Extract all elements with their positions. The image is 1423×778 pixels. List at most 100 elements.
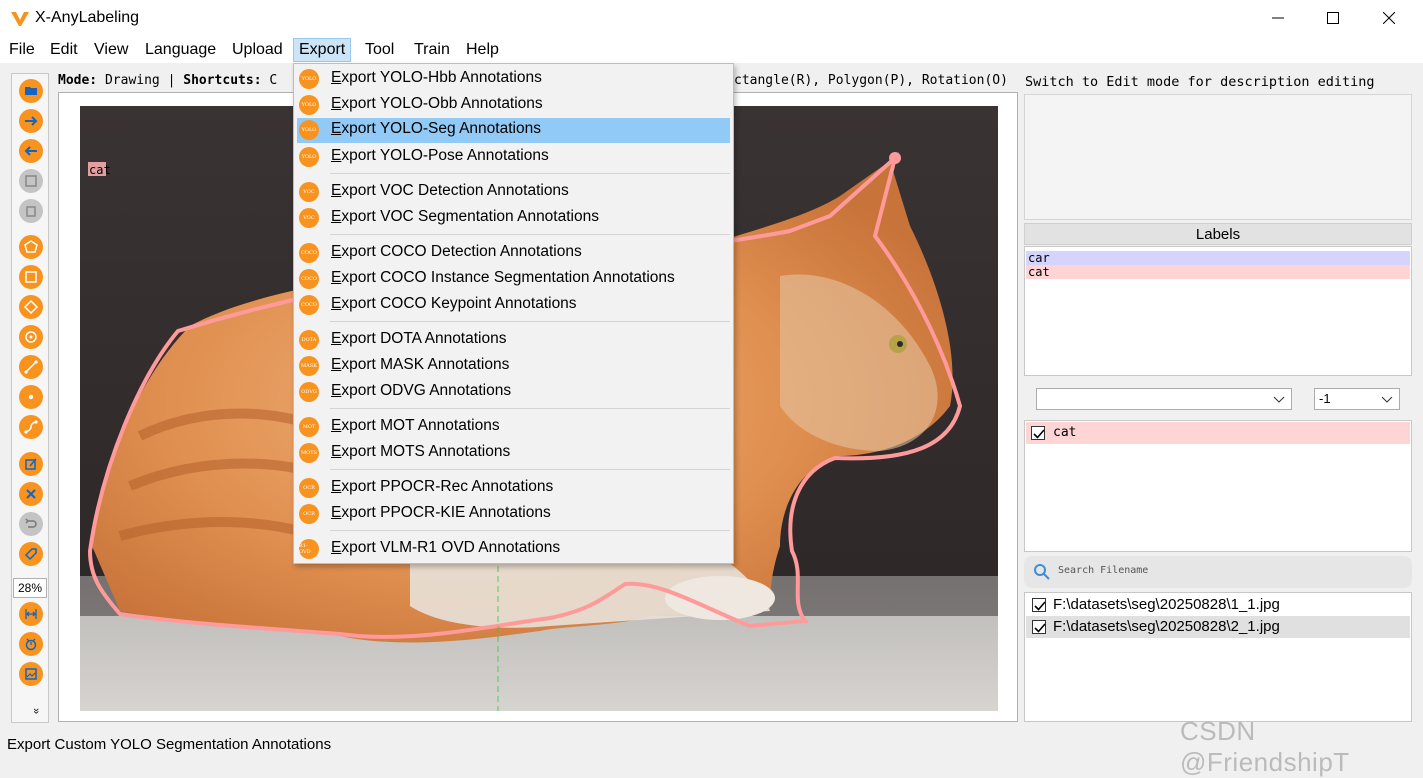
- label-filter-combo[interactable]: [1036, 388, 1292, 410]
- description-box[interactable]: [1024, 94, 1412, 220]
- dota-icon: DOTA: [299, 330, 319, 350]
- shape-visible-checkbox[interactable]: [1031, 426, 1045, 440]
- menu-file[interactable]: File: [5, 40, 39, 60]
- menu-item-label: Export YOLO-Obb Annotations: [331, 95, 543, 112]
- export-dropdown-menu: YOLO Export YOLO-Hbb Annotations YOLO Ex…: [293, 63, 734, 564]
- file-search-input[interactable]: Search Filename: [1024, 556, 1412, 588]
- watermark: CSDN @FriendshipT: [1180, 716, 1350, 777]
- export-coco-keypoint-item[interactable]: COCO Export COCO Keypoint Annotations: [295, 293, 732, 317]
- zoom-level-input[interactable]: 28%: [13, 578, 47, 598]
- shape-label: cat: [1053, 425, 1077, 440]
- linestrip-tool-icon[interactable]: [19, 415, 43, 439]
- yolo-icon: YOLO: [299, 147, 319, 167]
- description-hint: Switch to Edit mode for description edit…: [1025, 74, 1375, 90]
- open-folder-icon[interactable]: [19, 79, 43, 103]
- shortcuts-label: Shortcuts:: [183, 73, 262, 88]
- export-ppocr-rec-item[interactable]: OCR Export PPOCR-Rec Annotations: [295, 476, 732, 500]
- menu-bar: File Edit View Language Upload Export To…: [0, 38, 1423, 63]
- circle-tool-icon[interactable]: [19, 325, 43, 349]
- export-voc-segmentation-item[interactable]: VOC Export VOC Segmentation Annotations: [295, 206, 732, 230]
- file-list: F:\datasets\seg\20250828\1_1.jpg F:\data…: [1024, 592, 1412, 722]
- export-yolo-pose-item[interactable]: YOLO Export YOLO-Pose Annotations: [295, 145, 732, 169]
- menu-item-label: Export VOC Segmentation Annotations: [331, 208, 599, 225]
- menu-view[interactable]: View: [90, 40, 132, 60]
- menu-language[interactable]: Language: [141, 40, 220, 60]
- prev-image-icon[interactable]: [19, 139, 43, 163]
- export-dota-item[interactable]: DOTA Export DOTA Annotations: [295, 328, 732, 352]
- delete-file-icon[interactable]: [19, 199, 43, 223]
- menu-train[interactable]: Train: [410, 40, 454, 60]
- minimize-button[interactable]: [1249, 0, 1307, 36]
- line-tool-icon[interactable]: [19, 355, 43, 379]
- toolbar-more-icon[interactable]: »: [30, 708, 42, 714]
- edit-shape-icon[interactable]: [19, 452, 43, 476]
- delete-shape-icon[interactable]: [19, 482, 43, 506]
- export-yolo-seg-item[interactable]: YOLO Export YOLO-Seg Annotations: [297, 118, 730, 143]
- export-mots-item[interactable]: MOTS Export MOTS Annotations: [295, 441, 732, 465]
- file-checkbox[interactable]: [1032, 598, 1046, 612]
- rectangle-tool-icon[interactable]: [19, 265, 43, 289]
- menu-separator: [330, 408, 730, 409]
- close-button[interactable]: [1360, 0, 1418, 36]
- label-item-car[interactable]: car: [1026, 251, 1410, 265]
- voc-icon: VOC: [299, 182, 319, 202]
- export-mot-item[interactable]: MOT Export MOT Annotations: [295, 415, 732, 439]
- file-path: F:\datasets\seg\20250828\1_1.jpg: [1053, 596, 1280, 613]
- export-voc-detection-item[interactable]: VOC Export VOC Detection Annotations: [295, 180, 732, 204]
- menu-separator: [330, 173, 730, 174]
- export-ppocr-kie-item[interactable]: OCR Export PPOCR-KIE Annotations: [295, 502, 732, 526]
- menu-edit[interactable]: Edit: [46, 40, 82, 60]
- group-id-combo[interactable]: -1: [1314, 388, 1400, 410]
- labels-panel-title: Labels: [1024, 223, 1412, 245]
- menu-separator: [330, 321, 730, 322]
- file-list-item-selected[interactable]: F:\datasets\seg\20250828\2_1.jpg: [1026, 616, 1410, 638]
- menu-separator: [330, 469, 730, 470]
- export-coco-instance-seg-item[interactable]: COCO Export COCO Instance Segmentation A…: [295, 267, 732, 291]
- export-yolo-hbb-item[interactable]: YOLO Export YOLO-Hbb Annotations: [295, 67, 732, 91]
- fit-width-icon[interactable]: [19, 602, 43, 626]
- mode-status-line: Mode: Drawing | Shortcuts: C: [58, 73, 277, 89]
- ocr-icon: OCR: [299, 478, 319, 498]
- export-mask-item[interactable]: MASK Export MASK Annotations: [295, 354, 732, 378]
- menu-item-label: Export YOLO-Hbb Annotations: [331, 69, 542, 86]
- menu-item-label: Export YOLO-Pose Annotations: [331, 147, 549, 164]
- menu-item-label: Export VOC Detection Annotations: [331, 182, 569, 199]
- label-item-cat[interactable]: cat: [1026, 265, 1410, 279]
- menu-help[interactable]: Help: [462, 40, 503, 60]
- menu-item-label: Export PPOCR-Rec Annotations: [331, 478, 554, 495]
- export-odvg-item[interactable]: ODVG Export ODVG Annotations: [295, 380, 732, 404]
- menu-upload[interactable]: Upload: [228, 40, 287, 60]
- undo-icon[interactable]: [19, 512, 43, 536]
- search-icon: [1034, 564, 1050, 580]
- next-image-icon[interactable]: [19, 109, 43, 133]
- menu-item-label: Export COCO Keypoint Annotations: [331, 295, 577, 312]
- menu-item-label: Export MOTS Annotations: [331, 443, 511, 460]
- save-icon[interactable]: [19, 169, 43, 193]
- app-title: X-AnyLabeling: [35, 9, 140, 26]
- file-path: F:\datasets\seg\20250828\2_1.jpg: [1053, 618, 1280, 635]
- status-bar-text: Export Custom YOLO Segmentation Annotati…: [7, 736, 332, 753]
- shape-label-tag: cat: [89, 163, 111, 177]
- maximize-button[interactable]: [1304, 0, 1362, 36]
- app-logo-icon: [11, 12, 29, 26]
- auto-label-icon[interactable]: [19, 632, 43, 656]
- menu-item-label: Export ODVG Annotations: [331, 382, 512, 399]
- polygon-tool-icon[interactable]: [19, 235, 43, 259]
- left-toolbar: [11, 73, 49, 723]
- export-yolo-obb-item[interactable]: YOLO Export YOLO-Obb Annotations: [295, 93, 732, 117]
- file-checkbox[interactable]: [1032, 620, 1046, 634]
- yolo-icon: YOLO: [299, 95, 319, 115]
- image-settings-icon[interactable]: [19, 662, 43, 686]
- group-tag-icon[interactable]: [19, 542, 43, 566]
- file-list-item[interactable]: F:\datasets\seg\20250828\1_1.jpg: [1026, 594, 1410, 616]
- yolo-icon: YOLO: [299, 69, 319, 89]
- menu-export[interactable]: Export: [293, 38, 352, 62]
- menu-tool[interactable]: Tool: [361, 40, 398, 60]
- export-vlm-r1-ovd-item[interactable]: R1-OVD Export VLM-R1 OVD Annotations: [295, 537, 732, 561]
- rotation-tool-icon[interactable]: [19, 295, 43, 319]
- shape-list-item[interactable]: cat: [1026, 422, 1410, 444]
- point-tool-icon[interactable]: [19, 385, 43, 409]
- export-coco-detection-item[interactable]: COCO Export COCO Detection Annotations: [295, 241, 732, 265]
- yolo-icon: YOLO: [299, 120, 319, 140]
- mask-icon: MASK: [299, 356, 319, 376]
